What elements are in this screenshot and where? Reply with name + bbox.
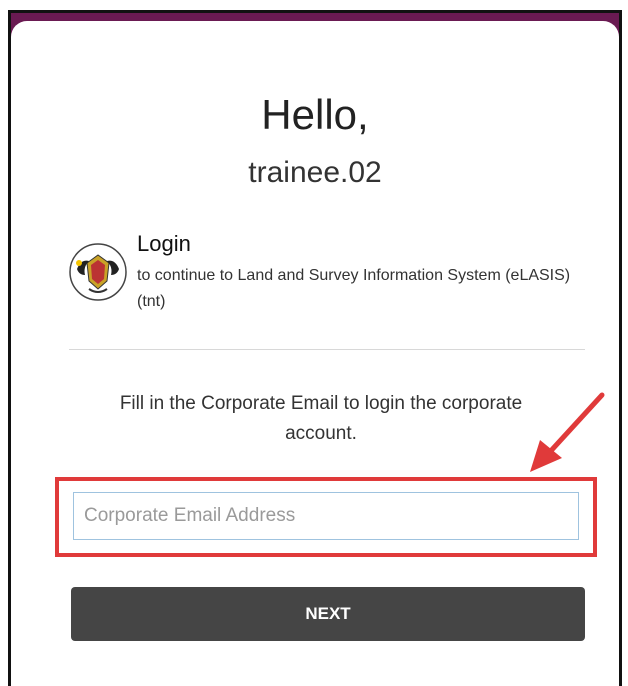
greeting-username: trainee.02 bbox=[248, 156, 382, 189]
login-title: Login bbox=[137, 231, 191, 256]
login-card: Hello, trainee.02 Login to continue to L… bbox=[11, 21, 619, 686]
divider bbox=[69, 349, 585, 350]
login-description: to continue to Land and Survey Informati… bbox=[137, 267, 571, 310]
corporate-email-input[interactable] bbox=[73, 492, 579, 540]
login-window-frame: Hello, trainee.02 Login to continue to L… bbox=[8, 10, 622, 686]
instruction-text: Fill in the Corporate Email to login the… bbox=[119, 393, 523, 444]
annotation-highlight-box bbox=[55, 477, 597, 557]
next-button[interactable]: NEXT bbox=[71, 587, 585, 641]
state-crest-icon bbox=[69, 243, 127, 301]
greeting-hello: Hello, bbox=[261, 91, 369, 138]
